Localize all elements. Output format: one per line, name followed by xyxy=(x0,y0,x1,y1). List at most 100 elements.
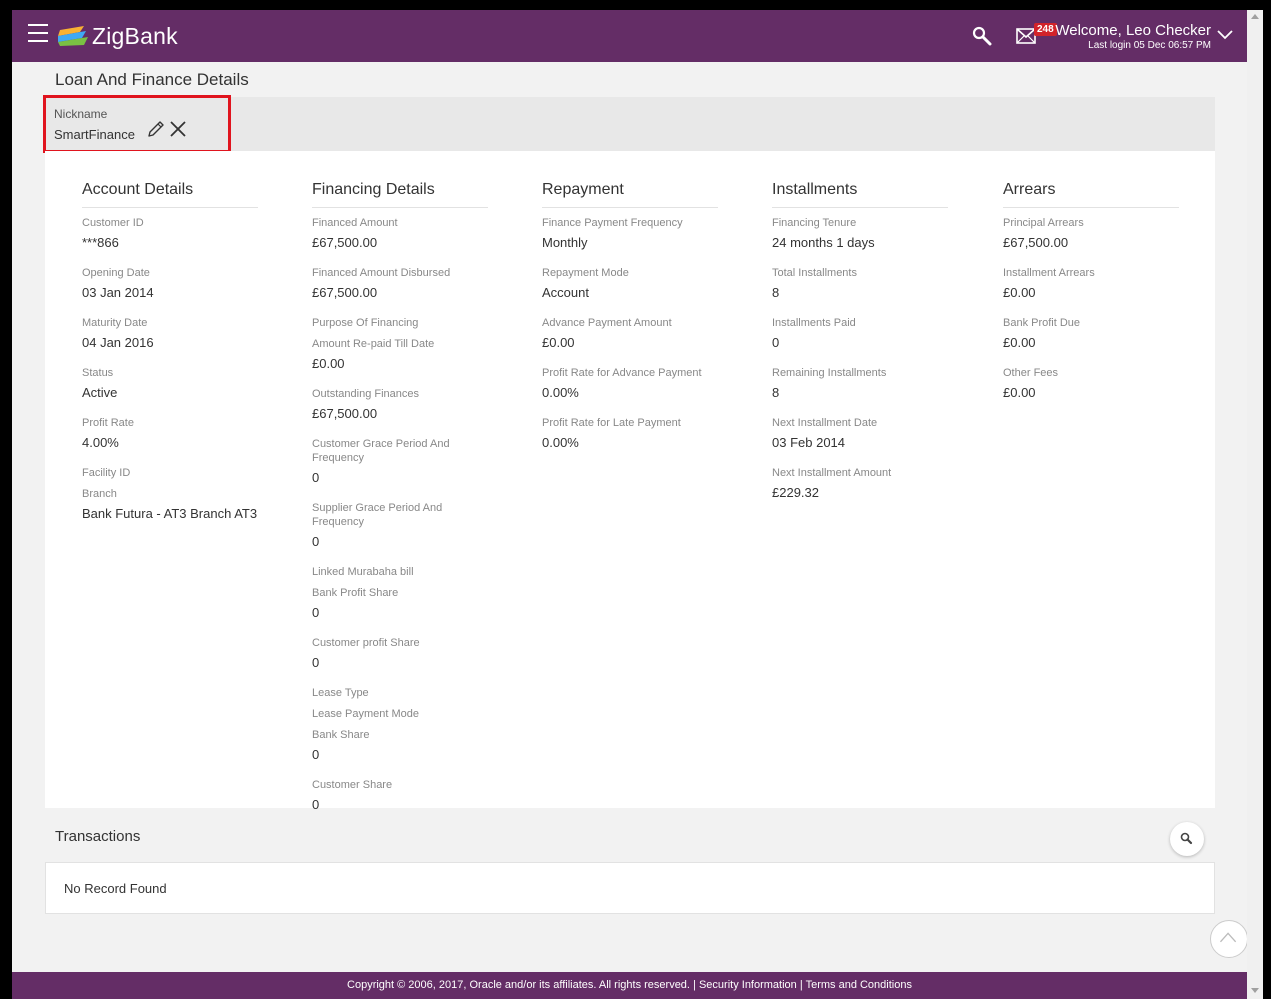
field-label: Lease Payment Mode xyxy=(312,708,420,720)
field-value: 0 xyxy=(312,534,320,549)
field-label: Amount Re-paid Till Date xyxy=(312,338,435,350)
field-label: Customer Grace Period And Frequency xyxy=(312,438,450,464)
field-label: Customer ID xyxy=(82,217,144,229)
no-record-text: No Record Found xyxy=(64,881,167,896)
field-value: £0.00 xyxy=(1003,335,1036,350)
field-label: Bank Profit Share xyxy=(312,587,399,599)
field-value: 0 xyxy=(312,655,320,670)
field-label: Linked Murabaha bill xyxy=(312,566,414,578)
field-value: 8 xyxy=(772,385,780,400)
field-label: Advance Payment Amount xyxy=(542,317,672,329)
user-menu[interactable]: Welcome, Leo Checker Last login 05 Dec 0… xyxy=(1055,22,1211,52)
column-heading: Installments xyxy=(772,181,948,208)
field-label: Lease Type xyxy=(312,687,369,699)
field-label: Bank Profit Due xyxy=(1003,317,1081,329)
zigbank-logo-icon xyxy=(58,26,88,46)
field-value: 04 Jan 2016 xyxy=(82,335,154,350)
field-label: Next Installment Date xyxy=(772,417,878,429)
field-value: 0 xyxy=(312,797,320,812)
brand-logo[interactable]: ZigBank xyxy=(58,22,178,50)
field-label: Installment Arrears xyxy=(1003,267,1095,279)
field-value: Monthly xyxy=(542,235,588,250)
transactions-table: No Record Found xyxy=(45,862,1215,914)
nickname-highlight-box xyxy=(43,95,231,153)
column-heading: Repayment xyxy=(542,181,718,208)
field-value: 24 months 1 days xyxy=(772,235,875,250)
field-label: Other Fees xyxy=(1003,367,1059,379)
field-label: Installments Paid xyxy=(772,317,856,329)
column-heading: Account Details xyxy=(82,181,258,208)
field-value: 0.00% xyxy=(542,435,579,450)
close-icon[interactable] xyxy=(169,120,187,138)
field-label: Branch xyxy=(82,488,117,500)
welcome-text: Welcome, Leo Checker xyxy=(1055,22,1211,39)
field-value: ***866 xyxy=(82,235,119,250)
scroll-up-arrow-icon[interactable] xyxy=(1251,14,1259,19)
nickname-label: Nickname xyxy=(54,107,108,121)
search-icon xyxy=(1180,832,1193,845)
field-value: £67,500.00 xyxy=(1003,235,1069,250)
field-value: £0.00 xyxy=(1003,385,1036,400)
field-value: £229.32 xyxy=(772,485,819,500)
details-column-arrears: Arrears Principal Arrears £67,500.00 Instal… xyxy=(1003,181,1179,416)
search-icon[interactable] xyxy=(972,26,992,46)
copyright-text: Copyright © 2006, 2017, Oracle and/or it… xyxy=(347,979,690,991)
field-label: Next Installment Amount xyxy=(772,467,892,479)
field-value: £0.00 xyxy=(542,335,575,350)
chevron-up-icon xyxy=(1219,932,1237,943)
field-label: Repayment Mode xyxy=(542,267,629,279)
field-label: Outstanding Finances xyxy=(312,388,420,400)
details-column-financing-details: Financing Details Financed Amount £67,500.… xyxy=(312,181,488,828)
field-value: 03 Jan 2014 xyxy=(82,285,154,300)
field-label: Purpose Of Financing xyxy=(312,317,419,329)
field-label: Supplier Grace Period And Frequency xyxy=(312,502,443,528)
field-value: 0 xyxy=(312,605,320,620)
last-login-text: Last login 05 Dec 06:57 PM xyxy=(1088,40,1211,51)
mail-count-badge: 248 xyxy=(1034,23,1057,36)
scroll-to-top-button[interactable] xyxy=(1210,920,1247,958)
field-label: Total Installments xyxy=(772,267,857,279)
field-value: £0.00 xyxy=(312,356,345,371)
chevron-down-icon[interactable] xyxy=(1217,28,1233,40)
mail-icon[interactable] xyxy=(1016,28,1036,44)
footer: Copyright © 2006, 2017, Oracle and/or it… xyxy=(12,972,1247,999)
field-value: 0 xyxy=(772,335,780,350)
vertical-scrollbar[interactable] xyxy=(1247,10,1263,999)
field-value: Account xyxy=(542,285,589,300)
field-label: Financed Amount xyxy=(312,217,398,229)
field-label: Profit Rate for Advance Payment xyxy=(542,367,702,379)
details-column-account-details: Account Details Customer ID ***866 Opening … xyxy=(82,181,258,537)
field-value: Active xyxy=(82,385,118,400)
app-frame: ZigBank 248 Welcome, Leo Checker Last lo… xyxy=(12,10,1247,999)
transactions-search-button[interactable] xyxy=(1170,822,1204,856)
brand-name: ZigBank xyxy=(92,22,178,49)
field-label: Profit Rate for Late Payment xyxy=(542,417,681,429)
terms-and-conditions-link[interactable]: Terms and Conditions xyxy=(806,979,912,991)
menu-icon[interactable] xyxy=(28,24,48,46)
nickname-value: SmartFinance xyxy=(54,127,135,142)
transactions-title: Transactions xyxy=(55,828,141,845)
field-value: 0.00% xyxy=(542,385,579,400)
details-column-repayment: Repayment Finance Payment Frequency Monthl… xyxy=(542,181,718,466)
field-value: £67,500.00 xyxy=(312,406,378,421)
scroll-down-arrow-icon[interactable] xyxy=(1251,988,1259,993)
field-label: Customer Share xyxy=(312,779,393,791)
field-value: £67,500.00 xyxy=(312,235,378,250)
edit-nickname-icon[interactable] xyxy=(146,119,166,139)
field-label: Facility ID xyxy=(82,467,131,479)
field-value: 0 xyxy=(312,747,320,762)
field-label: Maturity Date xyxy=(82,317,148,329)
top-header: ZigBank 248 Welcome, Leo Checker Last lo… xyxy=(12,10,1247,62)
field-label: Financed Amount Disbursed xyxy=(312,267,451,279)
field-label: Remaining Installments xyxy=(772,367,887,379)
field-label: Financing Tenure xyxy=(772,217,857,229)
field-label: Bank Share xyxy=(312,729,370,741)
security-information-link[interactable]: Security Information xyxy=(699,979,797,991)
field-value: £0.00 xyxy=(1003,285,1036,300)
details-column-installments: Installments Financing Tenure 24 months 1 … xyxy=(772,181,948,516)
field-value: 4.00% xyxy=(82,435,119,450)
field-value: 8 xyxy=(772,285,780,300)
page-title: Loan And Finance Details xyxy=(55,70,249,89)
field-label: Finance Payment Frequency xyxy=(542,217,683,229)
field-label: Opening Date xyxy=(82,267,150,279)
